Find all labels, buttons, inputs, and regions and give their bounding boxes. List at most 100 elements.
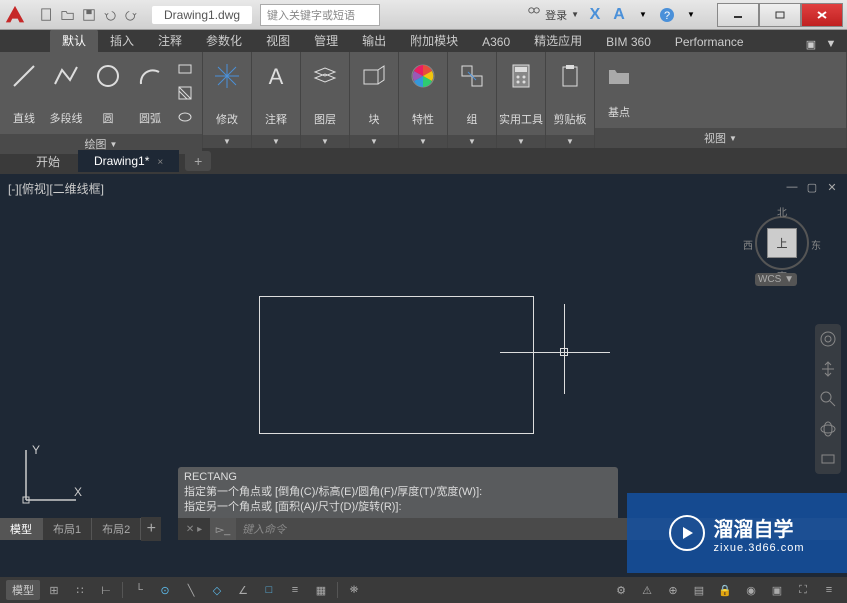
close-button[interactable] [801,3,843,27]
infer-icon[interactable]: ⊢ [94,580,118,600]
ribbon: 直线 多段线 圆 圆弧 绘图▼ 修改 ▼ A注释 ▼ 图层 ▼ 块 [0,52,847,148]
help-dropdown-icon[interactable]: ▼ [635,7,651,23]
login-button[interactable]: 登录 ▼ [527,6,579,23]
vp-close-icon[interactable]: ✕ [825,180,839,194]
utilities-button[interactable]: 实用工具 [501,56,541,131]
wcs-label[interactable]: WCS ▼ [755,273,797,286]
file-tab-start[interactable]: 开始 [20,149,76,174]
annotate-button[interactable]: A注释 [256,56,296,131]
3dosnap-icon[interactable]: ∠ [231,580,255,600]
layer-button[interactable]: 图层 [305,56,345,131]
tab-bim360[interactable]: BIM 360 [594,32,663,52]
layout-add-button[interactable]: + [141,517,161,541]
customize-icon[interactable]: ≡ [817,580,841,600]
open-icon[interactable] [59,6,77,24]
vp-maximize-icon[interactable]: ▢ [805,180,819,194]
layout-tab-model[interactable]: 模型 [0,518,43,540]
ellipse-icon[interactable] [174,106,196,128]
save-icon[interactable] [80,6,98,24]
layout-tab-2[interactable]: 布局2 [92,518,141,540]
vp-minimize-icon[interactable]: — [785,180,799,194]
tab-parametric[interactable]: 参数化 [194,29,254,52]
nav-pan-icon[interactable] [819,360,837,378]
cmd-handle-icon[interactable]: ✕ ▸ [178,518,210,540]
ucs-icon[interactable]: YX [16,440,86,515]
nav-zoom-icon[interactable] [819,390,837,408]
command-history: RECTANG 指定第一个角点或 [倒角(C)/标高(E)/圆角(F)/厚度(T… [178,467,618,518]
status-model-label[interactable]: 模型 [6,580,40,600]
block-button[interactable]: 块 [354,56,394,131]
polar-icon[interactable]: ⊙ [153,580,177,600]
tab-manage[interactable]: 管理 [302,29,350,52]
tab-annotate[interactable]: 注释 [146,29,194,52]
grid-icon[interactable]: ⊞ [42,580,66,600]
tab-performance[interactable]: Performance [663,32,756,52]
line-button[interactable]: 直线 [4,56,44,130]
tab-collapse-icon[interactable]: ▼ [823,36,839,52]
drawing-viewport[interactable]: [-][俯视][二维线框] — ▢ ✕ YX 上 北 西 东 南 WCS ▼ R… [0,174,847,540]
group-button[interactable]: 组 [452,56,492,131]
file-tab-drawing[interactable]: Drawing1*× [78,150,179,172]
quickprops-icon[interactable]: ▤ [687,580,711,600]
units-icon[interactable]: ⊕ [661,580,685,600]
polyline-button[interactable]: 多段线 [46,56,86,130]
app-logo[interactable] [0,0,30,30]
maximize-button[interactable] [759,3,801,27]
viewport-label[interactable]: [-][俯视][二维线框] [8,180,104,197]
redo-icon[interactable] [122,6,140,24]
clean-icon[interactable]: ⛶ [791,580,815,600]
properties-button[interactable]: 特性 [403,56,443,131]
viewcube-face[interactable]: 上 [767,228,797,258]
cmd-prompt-icon[interactable]: ▻_ [210,518,236,540]
workspace-icon[interactable]: ⚙ [609,580,633,600]
tab-featured[interactable]: 精选应用 [522,29,594,52]
base-button[interactable]: 基点 [599,56,639,124]
drawn-rectangle[interactable] [259,296,534,434]
nav-showmotion-icon[interactable] [819,450,837,468]
clipboard-button[interactable]: 剪贴板 [550,56,590,131]
tab-insert[interactable]: 插入 [98,29,146,52]
isolate-icon[interactable]: ◉ [739,580,763,600]
app-icon2[interactable]: A [611,7,627,23]
tab-extra-icon[interactable]: ▣ [803,36,819,52]
otrack-icon[interactable]: □ [257,580,281,600]
new-icon[interactable] [38,6,56,24]
help-icon[interactable]: ? [659,7,675,23]
arc-button[interactable]: 圆弧 [130,56,170,130]
nav-wheel-icon[interactable] [819,330,837,348]
tab-view[interactable]: 视图 [254,29,302,52]
panel-view-label[interactable]: 视图▼ [595,128,846,148]
rectangle-icon[interactable] [174,58,196,80]
layer-icon [311,60,339,92]
anno-monitor-icon[interactable]: ⚠ [635,580,659,600]
search-input[interactable]: 键入关键字或短语 [260,4,380,26]
tab-addins[interactable]: 附加模块 [398,29,470,52]
snap-icon[interactable]: ∷ [68,580,92,600]
hatch-icon[interactable] [174,82,196,104]
modify-button[interactable]: 修改 [207,56,247,131]
sc-icon[interactable]: ⛯ [342,580,366,600]
tab-default[interactable]: 默认 [50,29,98,52]
undo-icon[interactable] [101,6,119,24]
tab-output[interactable]: 输出 [350,29,398,52]
tab-a360[interactable]: A360 [470,32,522,52]
panel-layer: 图层 ▼ [301,52,350,148]
lock-ui-icon[interactable]: 🔒 [713,580,737,600]
ortho-icon[interactable]: └ [127,580,151,600]
iso-icon[interactable]: ╲ [179,580,203,600]
close-icon[interactable]: × [157,157,163,168]
transparency-icon[interactable]: ▦ [309,580,333,600]
hardware-icon[interactable]: ▣ [765,580,789,600]
lineweight-icon[interactable]: ≡ [283,580,307,600]
svg-text:A: A [269,64,284,89]
help-arrow-icon[interactable]: ▼ [683,7,699,23]
nav-orbit-icon[interactable] [819,420,837,438]
layout-tab-1[interactable]: 布局1 [43,518,92,540]
viewcube[interactable]: 上 北 西 东 南 WCS ▼ [747,204,817,284]
minimize-button[interactable] [717,3,759,27]
osnap-icon[interactable]: ◇ [205,580,229,600]
add-tab-button[interactable]: + [185,151,211,171]
circle-button[interactable]: 圆 [88,56,128,130]
exchange-icon[interactable]: X [587,7,603,23]
group-icon [458,60,486,92]
